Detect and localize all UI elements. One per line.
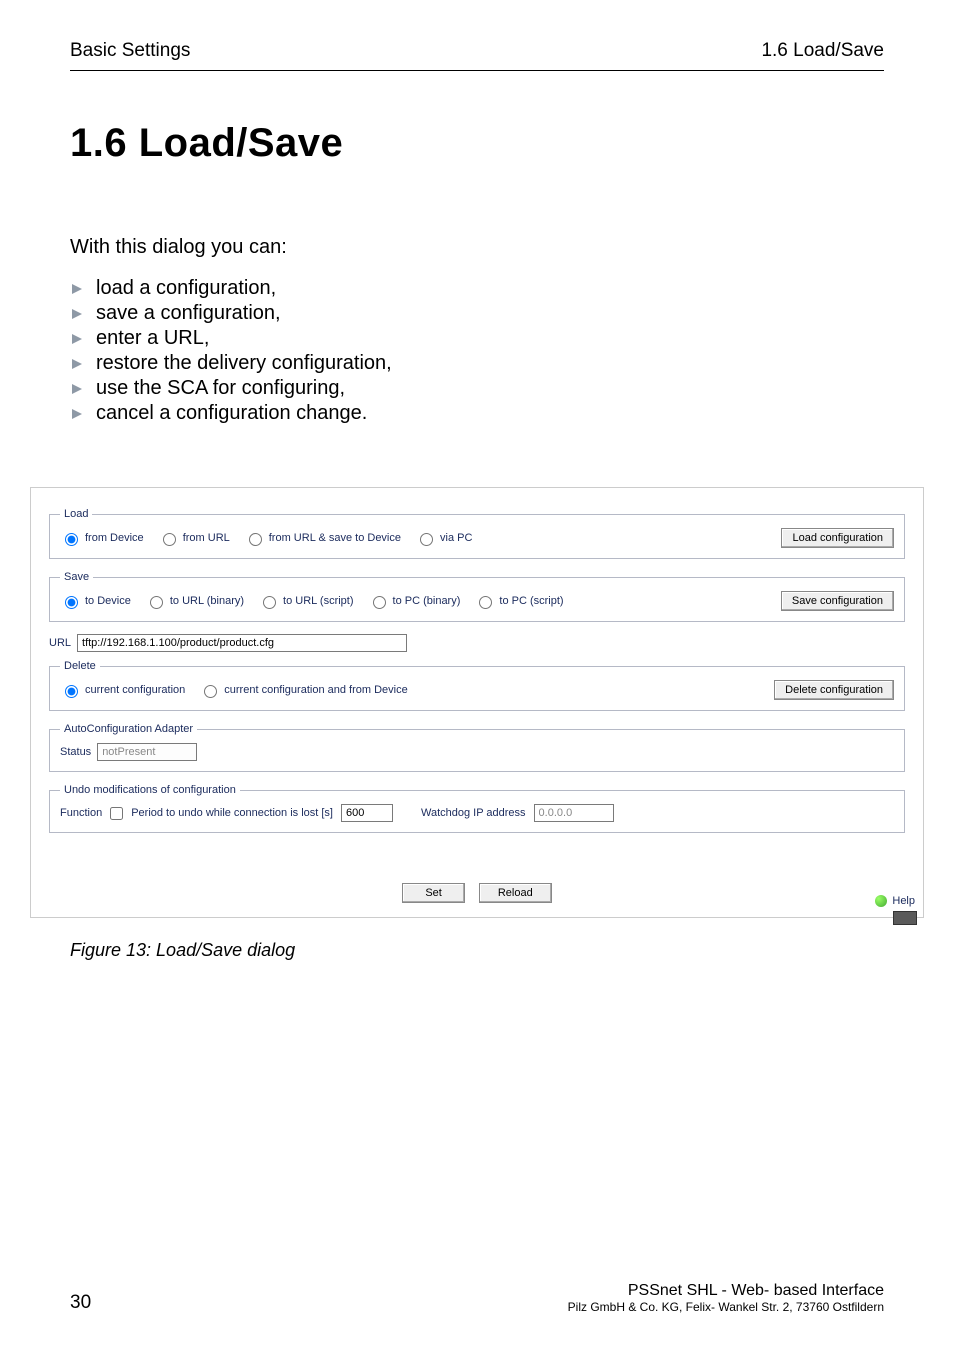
undo-watchdog-label: Watchdog IP address (421, 807, 526, 819)
delete-configuration-button[interactable]: Delete configuration (774, 680, 894, 700)
bullet-list: load a configuration, save a configurati… (70, 277, 884, 427)
radio-input[interactable] (65, 533, 78, 546)
list-item-label: save a configuration, (96, 302, 281, 325)
running-header-left: Basic Settings (70, 40, 190, 62)
running-header-right: 1.6 Load/Save (761, 40, 884, 62)
triangle-bullet-icon (70, 382, 84, 396)
radio-label: to URL (script) (283, 595, 354, 607)
undo-function-label: Function (60, 807, 102, 819)
aca-status-field (97, 743, 197, 761)
intro-text: With this dialog you can: (70, 236, 884, 259)
radio-to-url-script[interactable]: to URL (script) (258, 593, 354, 609)
triangle-bullet-icon (70, 307, 84, 321)
triangle-bullet-icon (70, 407, 84, 421)
load-group: Load from Device from URL from URL & sav… (49, 508, 905, 559)
page-footer: 30 PSSnet SHL - Web- based Interface Pil… (70, 1252, 884, 1354)
list-item-label: use the SCA for configuring, (96, 377, 345, 400)
dialog-bottom-buttons: Set Reload (49, 883, 905, 903)
radio-delete-current-and-device[interactable]: current configuration and from Device (199, 682, 407, 698)
delete-legend: Delete (60, 660, 100, 672)
save-group: Save to Device to URL (binary) to URL (s… (49, 571, 905, 622)
reload-button[interactable]: Reload (479, 883, 552, 903)
undo-legend: Undo modifications of configuration (60, 784, 240, 796)
undo-period-label: Period to undo while connection is lost … (131, 807, 333, 819)
radio-input[interactable] (65, 685, 78, 698)
radio-input[interactable] (65, 596, 78, 609)
radio-to-pc-script[interactable]: to PC (script) (474, 593, 563, 609)
undo-group: Undo modifications of configuration Func… (49, 784, 905, 833)
radio-from-url-save[interactable]: from URL & save to Device (244, 530, 401, 546)
load-save-dialog: Load from Device from URL from URL & sav… (30, 487, 924, 918)
radio-input[interactable] (204, 685, 217, 698)
aca-status-label: Status (60, 746, 91, 758)
radio-input[interactable] (150, 596, 163, 609)
undo-function-checkbox[interactable] (110, 807, 123, 820)
set-button[interactable]: Set (402, 883, 465, 903)
radio-label: to PC (script) (499, 595, 563, 607)
url-label: URL (49, 637, 71, 649)
radio-label: current configuration and from Device (224, 684, 407, 696)
list-item: restore the delivery configuration, (70, 352, 884, 375)
radio-to-device[interactable]: to Device (60, 593, 131, 609)
help-icon (875, 895, 887, 907)
radio-label: to PC (binary) (393, 595, 461, 607)
radio-label: to Device (85, 595, 131, 607)
triangle-bullet-icon (70, 332, 84, 346)
url-row: URL (49, 634, 905, 652)
radio-label: from URL (183, 532, 230, 544)
radio-via-pc[interactable]: via PC (415, 530, 472, 546)
list-item: cancel a configuration change. (70, 402, 884, 425)
list-item: load a configuration, (70, 277, 884, 300)
list-item: use the SCA for configuring, (70, 377, 884, 400)
undo-period-field[interactable] (341, 804, 393, 822)
radio-from-device[interactable]: from Device (60, 530, 144, 546)
page-number: 30 (70, 1292, 91, 1314)
radio-input[interactable] (163, 533, 176, 546)
help-label: Help (892, 895, 915, 907)
resize-grip-icon (893, 911, 917, 925)
list-item: save a configuration, (70, 302, 884, 325)
radio-label: to URL (binary) (170, 595, 244, 607)
list-item-label: restore the delivery configuration, (96, 352, 392, 375)
url-input[interactable] (77, 634, 407, 652)
radio-input[interactable] (263, 596, 276, 609)
radio-to-pc-binary[interactable]: to PC (binary) (368, 593, 461, 609)
list-item-label: cancel a configuration change. (96, 402, 367, 425)
radio-input[interactable] (373, 596, 386, 609)
triangle-bullet-icon (70, 357, 84, 371)
list-item: enter a URL, (70, 327, 884, 350)
radio-label: from Device (85, 532, 144, 544)
radio-label: from URL & save to Device (269, 532, 401, 544)
aca-legend: AutoConfiguration Adapter (60, 723, 197, 735)
load-configuration-button[interactable]: Load configuration (781, 528, 894, 548)
header-rule (70, 70, 884, 71)
undo-watchdog-field (534, 804, 614, 822)
radio-label: via PC (440, 532, 472, 544)
footer-subtitle: Pilz GmbH & Co. KG, Felix- Wankel Str. 2… (568, 1300, 884, 1314)
save-configuration-button[interactable]: Save configuration (781, 591, 894, 611)
radio-from-url[interactable]: from URL (158, 530, 230, 546)
radio-input[interactable] (479, 596, 492, 609)
delete-group: Delete current configuration current con… (49, 660, 905, 711)
radio-label: current configuration (85, 684, 185, 696)
aca-group: AutoConfiguration Adapter Status (49, 723, 905, 772)
radio-delete-current[interactable]: current configuration (60, 682, 185, 698)
radio-input[interactable] (420, 533, 433, 546)
section-heading: 1.6 Load/Save (70, 121, 884, 166)
list-item-label: enter a URL, (96, 327, 209, 350)
list-item-label: load a configuration, (96, 277, 276, 300)
help-link[interactable]: Help (875, 895, 915, 907)
footer-title: PSSnet SHL - Web- based Interface (568, 1282, 884, 1300)
load-legend: Load (60, 508, 92, 520)
triangle-bullet-icon (70, 282, 84, 296)
figure-caption: Figure 13: Load/Save dialog (70, 940, 884, 961)
radio-input[interactable] (249, 533, 262, 546)
save-legend: Save (60, 571, 93, 583)
radio-to-url-binary[interactable]: to URL (binary) (145, 593, 244, 609)
